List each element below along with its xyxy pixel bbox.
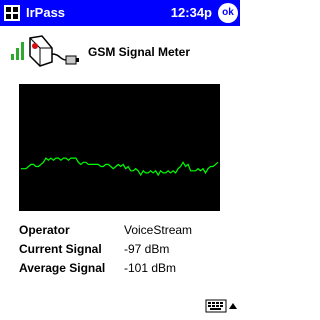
- clock[interactable]: 12:34p: [171, 5, 212, 21]
- signal-graph: [19, 84, 220, 211]
- average-signal-value: -101 dBm: [124, 261, 177, 275]
- average-signal-label: Average Signal: [19, 261, 106, 275]
- windows-start-icon[interactable]: [3, 4, 21, 22]
- keyboard-icon[interactable]: [205, 299, 227, 313]
- title-bar: IrPass 12:34p ok: [0, 0, 240, 26]
- current-signal-label: Current Signal: [19, 242, 102, 256]
- operator-label: Operator: [19, 223, 70, 237]
- ok-button[interactable]: ok: [218, 3, 238, 23]
- signal-line: [21, 157, 219, 177]
- signal-meter-logo-icon: [11, 35, 79, 67]
- current-signal-value: -97 dBm: [124, 242, 170, 256]
- page-title: GSM Signal Meter: [88, 45, 191, 59]
- signal-graph-canvas: [21, 157, 219, 177]
- arrow-up-icon[interactable]: [229, 303, 237, 309]
- app-title: IrPass: [26, 5, 66, 20]
- keyboard-toggle-button[interactable]: [205, 298, 239, 314]
- operator-value: VoiceStream: [124, 223, 193, 237]
